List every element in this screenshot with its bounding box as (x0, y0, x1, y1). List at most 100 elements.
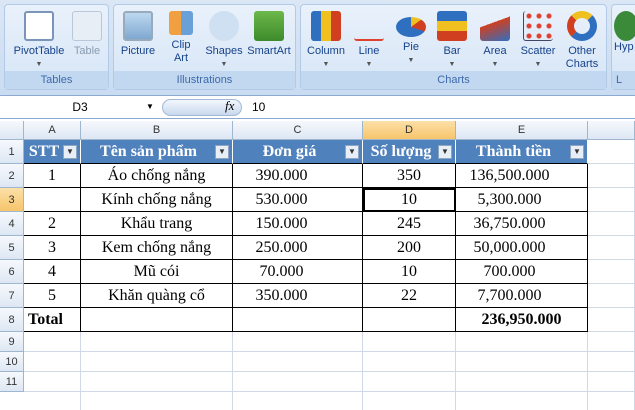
header-cell[interactable]: Thành tiền ▼ (456, 140, 588, 164)
table-cell[interactable]: 390.000 (233, 164, 363, 188)
picture-button[interactable]: Picture (116, 11, 160, 58)
tables-group: PivotTable ▼ Table Tables (4, 4, 109, 90)
header-cell[interactable]: Số lượng ▼ (363, 140, 456, 164)
row-header[interactable]: 9 (0, 332, 24, 352)
column-chart-button[interactable]: Column ▼ (303, 11, 349, 71)
row-header[interactable]: 7 (0, 284, 24, 308)
total-value[interactable]: 236,950.000 (456, 308, 588, 332)
table-cell[interactable]: 36,750.000 (456, 212, 588, 236)
active-cell[interactable]: 10 (363, 188, 456, 212)
row-gridline (24, 351, 635, 352)
table-cell[interactable]: 530.000 (233, 188, 363, 212)
table-cell[interactable]: 1 (24, 164, 81, 188)
table-cell[interactable] (363, 308, 456, 332)
table-cell[interactable]: Kính chống nắng (81, 188, 233, 212)
header-label: Số lượng (370, 143, 432, 160)
smartart-button[interactable]: SmartArt (244, 11, 294, 58)
line-chart-button[interactable]: Line ▼ (351, 11, 387, 71)
function-icon[interactable]: fx (225, 98, 234, 114)
table-cell[interactable]: 70.000 (233, 260, 363, 284)
table-cell[interactable]: 5,300.000 (456, 188, 588, 212)
column-header[interactable]: A (24, 121, 81, 140)
total-label[interactable]: Total (24, 308, 81, 332)
row-header[interactable]: 3 (0, 188, 24, 212)
ribbon: PivotTable ▼ Table Tables Picture Clip Ar… (0, 0, 635, 95)
row-header[interactable]: 4 (0, 212, 24, 236)
filter-dropdown-icon[interactable]: ▼ (63, 145, 77, 159)
table-cell[interactable] (233, 308, 363, 332)
hyperlink-button[interactable]: Hyp (614, 11, 635, 54)
table-cell[interactable]: Kem chống nắng (81, 236, 233, 260)
table-cell[interactable]: 3 (24, 236, 81, 260)
pivottable-button[interactable]: PivotTable ▼ (9, 11, 69, 71)
shapes-button[interactable]: Shapes ▼ (202, 11, 246, 71)
row-header[interactable]: 5 (0, 236, 24, 260)
area-chart-button[interactable]: Area ▼ (477, 11, 513, 71)
table-cell[interactable]: 136,500.000 (456, 164, 588, 188)
table-cell[interactable]: 150.000 (233, 212, 363, 236)
table-cell[interactable] (24, 188, 81, 212)
links-group: Hyp L (611, 4, 635, 90)
group-label: Tables (5, 71, 108, 89)
scatter-chart-button[interactable]: Scatter ▼ (517, 11, 559, 71)
table-cell[interactable]: Khẩu trang (81, 212, 233, 236)
label: Pie (403, 41, 419, 53)
table-cell[interactable]: 700.000 (456, 260, 588, 284)
column-header[interactable]: B (81, 121, 233, 140)
table-cell[interactable]: 10 (363, 260, 456, 284)
table-cell[interactable]: Áo chống nắng (81, 164, 233, 188)
table-cell[interactable]: 50,000.000 (456, 236, 588, 260)
formula-input[interactable]: 10 (252, 96, 265, 118)
name-box[interactable]: D3 (0, 96, 160, 118)
table-cell[interactable]: 5 (24, 284, 81, 308)
table-cell[interactable] (81, 308, 233, 332)
column-header[interactable] (588, 121, 635, 140)
table-cell[interactable]: 2 (24, 212, 81, 236)
header-label: Tên sản phẩm (100, 143, 197, 160)
filter-dropdown-icon[interactable]: ▼ (570, 145, 584, 159)
row-gridline (24, 371, 635, 372)
table-cell[interactable]: 350.000 (233, 284, 363, 308)
table-cell[interactable]: 245 (363, 212, 456, 236)
table-cell[interactable]: Mũ cói (81, 260, 233, 284)
table-cell[interactable]: 250.000 (233, 236, 363, 260)
filter-dropdown-icon[interactable]: ▼ (345, 145, 359, 159)
filter-dropdown-icon[interactable]: ▼ (438, 145, 452, 159)
select-all-corner[interactable] (0, 121, 24, 140)
illustrations-group: Picture Clip Art Shapes ▼ SmartArt Illust… (113, 4, 296, 90)
formula-bar: D3 ▼ fx 10 (0, 95, 635, 119)
row-header[interactable]: 1 (0, 140, 24, 164)
clip-art-button[interactable]: Clip Art (164, 11, 198, 65)
column-header[interactable]: D (363, 121, 456, 140)
label: Column (307, 45, 345, 57)
label: SmartArt (247, 45, 291, 57)
label: Hyp (614, 41, 634, 53)
other-charts-button[interactable]: Other Charts (561, 11, 603, 71)
label: Scatter (520, 45, 556, 57)
table-cell[interactable]: 350 (363, 164, 456, 188)
table-cell[interactable]: 22 (363, 284, 456, 308)
label: PivotTable (13, 45, 65, 57)
row-header[interactable]: 10 (0, 352, 24, 372)
table-cell[interactable]: 7,700.000 (456, 284, 588, 308)
column-header[interactable]: C (233, 121, 363, 140)
group-label: Charts (301, 71, 606, 89)
header-cell[interactable]: STT ▼ (24, 140, 81, 164)
table-cell[interactable]: 200 (363, 236, 456, 260)
label: Other Charts (565, 45, 599, 70)
table-cell[interactable]: 4 (24, 260, 81, 284)
row-header[interactable]: 11 (0, 372, 24, 392)
bar-chart-button[interactable]: Bar ▼ (434, 11, 470, 71)
column-header[interactable]: E (456, 121, 588, 140)
filter-dropdown-icon[interactable]: ▼ (215, 145, 229, 159)
row-header[interactable]: 2 (0, 164, 24, 188)
label: Clip Art (171, 39, 191, 64)
row-header[interactable]: 6 (0, 260, 24, 284)
chevron-down-icon[interactable]: ▼ (146, 96, 154, 118)
row-header[interactable]: 8 (0, 308, 24, 332)
header-cell[interactable]: Tên sản phẩm ▼ (81, 140, 233, 164)
table-cell[interactable]: Khăn quàng cổ (81, 284, 233, 308)
table-button[interactable]: Table (69, 11, 105, 58)
header-cell[interactable]: Đơn giá ▼ (233, 140, 363, 164)
pie-chart-button[interactable]: Pie ▼ (393, 11, 429, 67)
